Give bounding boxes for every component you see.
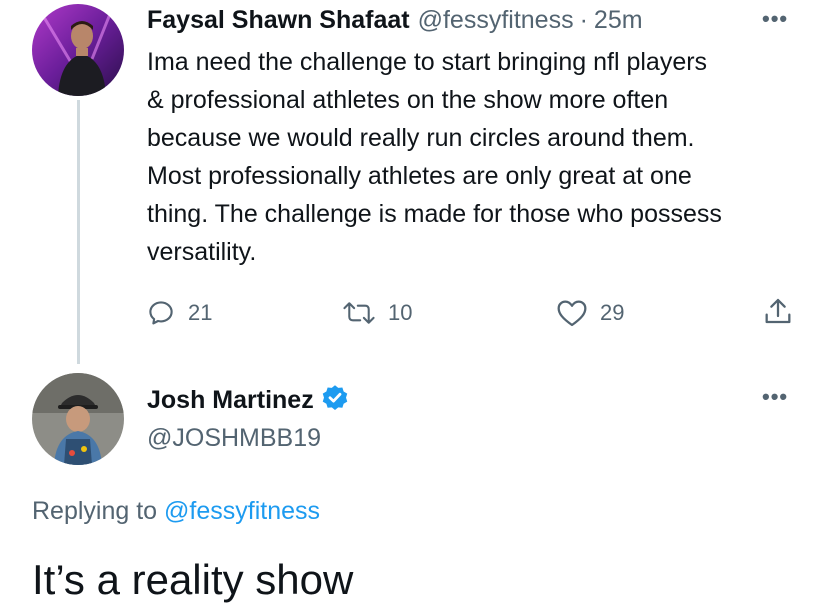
time-separator: · [579, 6, 588, 34]
verified-badge-icon [320, 383, 350, 418]
author-handle[interactable]: @fessyfitness [418, 6, 574, 35]
heart-icon [557, 300, 587, 327]
reply-button[interactable]: 21 [146, 298, 212, 328]
share-icon [765, 298, 791, 324]
tweet-more-button[interactable]: ••• [762, 6, 788, 32]
retweet-icon [343, 302, 375, 324]
avatar-image [32, 373, 124, 465]
thread-connector-line [77, 100, 80, 364]
author-name[interactable]: Faysal Shawn Shafaat [147, 6, 410, 35]
replying-to-mention[interactable]: @fessyfitness [164, 497, 320, 525]
more-horizontal-icon: ••• [762, 384, 789, 409]
reply-header: Josh Martinez [147, 383, 350, 418]
like-count: 29 [600, 300, 625, 325]
avatar-josh[interactable] [32, 373, 124, 465]
replying-to-label: Replying to [32, 497, 158, 525]
avatar-image [32, 4, 124, 96]
more-horizontal-icon: ••• [762, 6, 789, 31]
tweet-text: Ima need the challenge to start bringing… [147, 48, 722, 266]
tweet-action-bar: 21 10 29 [146, 294, 806, 334]
replying-to-line: Replying to @fessyfitness [32, 497, 320, 526]
tweet-header: Faysal Shawn Shafaat @fessyfitness · 25m [147, 6, 643, 35]
retweet-count: 10 [388, 300, 413, 325]
reply-more-button[interactable]: ••• [762, 384, 788, 410]
tweet-timestamp[interactable]: 25m [594, 6, 643, 35]
share-button[interactable] [762, 296, 794, 328]
like-button[interactable]: 29 [556, 298, 624, 328]
reply-icon [149, 301, 173, 325]
retweet-button[interactable]: 10 [342, 298, 412, 328]
reply-count: 21 [188, 300, 213, 325]
reply-author-handle[interactable]: @JOSHMBB19 [147, 424, 321, 453]
reply-author-name[interactable]: Josh Martinez [147, 386, 314, 415]
avatar-faysal[interactable] [32, 4, 124, 96]
reply-text: It’s a reality show [32, 556, 354, 603]
